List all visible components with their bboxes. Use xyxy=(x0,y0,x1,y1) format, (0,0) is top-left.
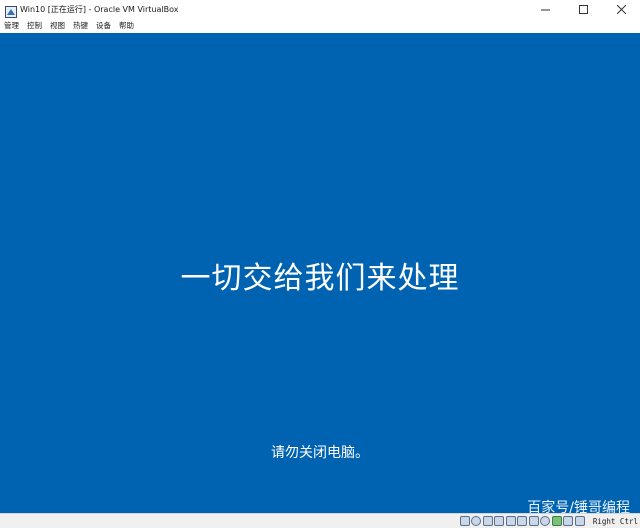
menubar: 管理 控制 视图 热键 设备 帮助 xyxy=(0,18,640,33)
optical-drive-icon[interactable] xyxy=(471,516,481,526)
recording-icon[interactable] xyxy=(540,516,550,526)
statusbar: Right Ctrl xyxy=(0,513,640,528)
maximize-button[interactable] xyxy=(564,0,602,18)
menu-manage[interactable]: 管理 xyxy=(4,20,19,31)
menu-control[interactable]: 控制 xyxy=(27,20,42,31)
maximize-icon xyxy=(578,4,588,14)
close-icon xyxy=(616,4,626,14)
mouse-integration-icon[interactable] xyxy=(563,516,573,526)
menu-help[interactable]: 帮助 xyxy=(119,20,134,31)
display-icon[interactable] xyxy=(528,516,539,526)
menu-hotkey[interactable]: 热键 xyxy=(73,20,88,31)
usb-icon[interactable] xyxy=(505,516,516,526)
cpu-icon[interactable] xyxy=(551,516,562,526)
window-controls xyxy=(526,0,640,18)
minimize-button[interactable] xyxy=(526,0,564,18)
host-key-label: Right Ctrl xyxy=(592,517,638,526)
status-indicators xyxy=(459,516,587,526)
setup-subtext: 请勿关闭电脑。 xyxy=(271,445,369,461)
close-button[interactable] xyxy=(602,0,640,18)
audio-icon[interactable] xyxy=(482,516,493,526)
network-icon[interactable] xyxy=(494,516,504,526)
hard-disk-icon[interactable] xyxy=(459,516,470,526)
virtualbox-icon xyxy=(5,3,17,18)
shared-folder-icon[interactable] xyxy=(517,516,527,526)
menu-devices[interactable]: 设备 xyxy=(96,20,111,31)
menu-view[interactable]: 视图 xyxy=(50,20,65,31)
window-title: Win10 [正在运行] - Oracle VM VirtualBox xyxy=(20,4,179,14)
window-titlebar[interactable]: Win10 [正在运行] - Oracle VM VirtualBox xyxy=(0,0,640,18)
keyboard-icon[interactable] xyxy=(574,516,585,526)
minimize-icon xyxy=(540,5,550,14)
setup-headline: 一切交给我们来处理 xyxy=(180,261,460,296)
guest-screen[interactable]: 一切交给我们来处理 请勿关闭电脑。 百家号/锤哥编程 xyxy=(0,33,640,516)
